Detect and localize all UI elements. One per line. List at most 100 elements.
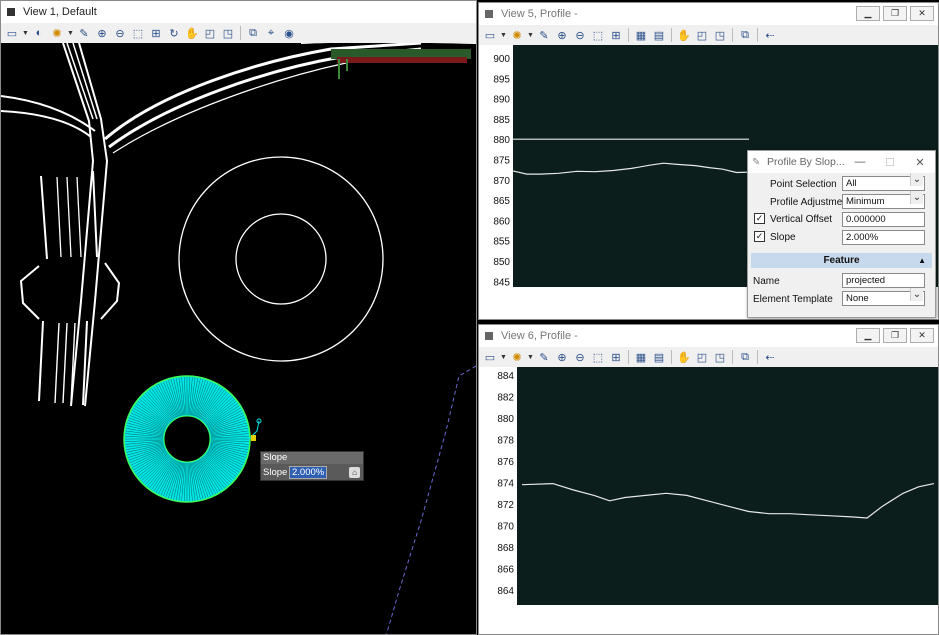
x-tick-label: 0+0-0	[496, 286, 519, 312]
arrow-back-icon[interactable]: ⇠	[762, 349, 778, 365]
slope-popup-header: Slope	[261, 452, 363, 464]
x-tick-label: 1+00	[544, 286, 565, 310]
chevron-down-icon[interactable]: ▼	[500, 27, 507, 43]
window-area-icon[interactable]: ⬚	[590, 349, 606, 365]
chevron-down-icon[interactable]: ▼	[527, 27, 534, 43]
brightness-icon[interactable]: ✺	[509, 27, 525, 43]
update-view-icon[interactable]: ✎	[76, 25, 92, 41]
zoom-in-icon[interactable]: ⊕	[554, 27, 570, 43]
profile-background	[517, 367, 938, 605]
view-attributes-icon[interactable]: ▭	[482, 27, 498, 43]
chevron-down-icon[interactable]: ▼	[527, 349, 534, 365]
calculator-icon[interactable]: ▤	[651, 349, 667, 365]
view1-titlebar[interactable]: View 1, Default	[1, 1, 476, 23]
y-tick-label: 870	[497, 522, 514, 533]
fit-view-icon[interactable]: ⊞	[608, 349, 624, 365]
profile-by-slope-dialog[interactable]: ✎ Profile By Slop... — ☐ ✕ Point Selecti…	[747, 150, 936, 318]
arrow-back-icon[interactable]: ⇠	[762, 27, 778, 43]
pan-view-icon[interactable]: ✋	[184, 25, 200, 41]
slope-checkbox[interactable]: ✓	[754, 231, 765, 242]
view1-toolbar: ▭ ▼ ◐ ✺ ▼ ✎ ⊕ ⊖ ⬚ ⊞ ↻ ✋ ◰ ◳ ⧉ ⌖ ◉	[1, 23, 476, 43]
grid-icon[interactable]: ▦	[633, 349, 649, 365]
fit-view-icon[interactable]: ⊞	[148, 25, 164, 41]
zoom-out-icon[interactable]: ⊖	[572, 27, 588, 43]
toggle-icon[interactable]: ◉	[281, 25, 297, 41]
restore-button[interactable]: ❐	[883, 328, 907, 343]
update-view-icon[interactable]: ✎	[536, 349, 552, 365]
slope-popup-input[interactable]: 2.000%	[289, 465, 328, 479]
vertical-offset-input[interactable]: 0.000000	[842, 212, 925, 227]
zoom-in-icon[interactable]: ⊕	[554, 349, 570, 365]
y-tick-label: 855	[493, 237, 510, 248]
window-menu-icon[interactable]	[485, 10, 493, 18]
window-area-icon[interactable]: ⬚	[130, 25, 146, 41]
view6-window[interactable]: View 6, Profile - ▁ ❐ ✕ ▭ ▼ ✺ ▼ ✎ ⊕ ⊖ ⬚ …	[478, 324, 939, 635]
y-tick-label: 882	[497, 393, 514, 404]
minimize-button[interactable]: —	[845, 156, 875, 169]
vertical-offset-checkbox[interactable]: ✓	[754, 213, 765, 224]
window-menu-icon[interactable]	[485, 332, 493, 340]
calculator-icon[interactable]: ▤	[651, 27, 667, 43]
camera-icon[interactable]: ⌖	[263, 25, 279, 41]
view-attributes-icon[interactable]: ▭	[482, 349, 498, 365]
pan-view-icon[interactable]: ✋	[676, 349, 692, 365]
zoom-out-icon[interactable]: ⊖	[112, 25, 128, 41]
toolbar-separator	[732, 350, 733, 364]
rotate-view-icon[interactable]: ↻	[166, 25, 182, 41]
copy-view-icon[interactable]: ⧉	[737, 27, 753, 43]
point-selection-select[interactable]: All	[842, 173, 925, 191]
profile-adjustment-select[interactable]: Minimum	[842, 191, 925, 209]
x-tick-label: 3+20	[832, 604, 853, 628]
dialog-titlebar[interactable]: ✎ Profile By Slop... — ☐ ✕	[748, 151, 935, 173]
display-style-icon[interactable]: ◐	[31, 25, 47, 41]
view-next-icon[interactable]: ◳	[712, 349, 728, 365]
chevron-down-icon[interactable]: ▼	[22, 25, 29, 41]
chevron-up-icon[interactable]: ▲	[918, 256, 926, 265]
view-previous-icon[interactable]: ◰	[694, 349, 710, 365]
grid-icon[interactable]: ▦	[633, 27, 649, 43]
brightness-icon[interactable]: ✺	[49, 25, 65, 41]
view1-canvas[interactable]: Slope Slope 2.000% ⌂	[1, 43, 476, 634]
view5-titlebar[interactable]: View 5, Profile - ▁ ❐ ✕	[479, 3, 938, 25]
slope-popup[interactable]: Slope Slope 2.000% ⌂	[260, 451, 364, 481]
close-button[interactable]: ✕	[910, 328, 934, 343]
view-previous-icon[interactable]: ◰	[694, 27, 710, 43]
name-input[interactable]: projected	[842, 273, 925, 288]
element-template-select[interactable]: None	[842, 288, 925, 306]
selected-slope-ring	[123, 375, 262, 503]
slope-label: Slope	[770, 231, 796, 243]
brightness-icon[interactable]: ✺	[509, 349, 525, 365]
view-next-icon[interactable]: ◳	[220, 25, 236, 41]
update-view-icon[interactable]: ✎	[536, 27, 552, 43]
view1-window[interactable]: View 1, Default ▭ ▼ ◐ ✺ ▼ ✎ ⊕ ⊖ ⬚ ⊞ ↻ ✋ …	[0, 0, 477, 635]
minimize-button[interactable]: ▁	[856, 328, 880, 343]
chevron-down-icon[interactable]: ▼	[500, 349, 507, 365]
view-attributes-icon[interactable]: ▭	[4, 25, 20, 41]
point-selection-label: Point Selection	[770, 178, 837, 190]
view5-toolbar: ▭ ▼ ✺ ▼ ✎ ⊕ ⊖ ⬚ ⊞ ▦ ▤ ✋ ◰ ◳ ⧉ ⇠	[479, 25, 938, 45]
window-area-icon[interactable]: ⬚	[590, 27, 606, 43]
window-menu-icon[interactable]	[7, 8, 15, 16]
minimize-button[interactable]: ▁	[856, 6, 880, 21]
copy-view-icon[interactable]: ⧉	[245, 25, 261, 41]
close-button[interactable]: ✕	[910, 6, 934, 21]
zoom-in-icon[interactable]: ⊕	[94, 25, 110, 41]
view6-canvas[interactable]: 884 882 880 878 876 874 872 870 868 866 864 0+0-0 0…	[479, 367, 938, 634]
close-button[interactable]: ✕	[905, 156, 935, 169]
copy-view-icon[interactable]: ⧉	[737, 349, 753, 365]
view-previous-icon[interactable]: ◰	[202, 25, 218, 41]
y-tick-label: 845	[493, 277, 510, 288]
x-tick-label: 2+00	[589, 286, 610, 310]
zoom-out-icon[interactable]: ⊖	[572, 349, 588, 365]
x-tick-label: 2+00	[708, 604, 729, 628]
lock-icon[interactable]: ⌂	[349, 466, 360, 478]
fit-view-icon[interactable]: ⊞	[608, 27, 624, 43]
restore-button[interactable]: ❐	[883, 6, 907, 21]
name-label: Name	[753, 275, 780, 287]
pan-view-icon[interactable]: ✋	[676, 27, 692, 43]
feature-section-header[interactable]: Feature ▲	[751, 253, 932, 268]
slope-input[interactable]: 2.000%	[842, 230, 925, 245]
chevron-down-icon[interactable]: ▼	[67, 25, 74, 41]
view-next-icon[interactable]: ◳	[712, 27, 728, 43]
view6-titlebar[interactable]: View 6, Profile - ▁ ❐ ✕	[479, 325, 938, 347]
